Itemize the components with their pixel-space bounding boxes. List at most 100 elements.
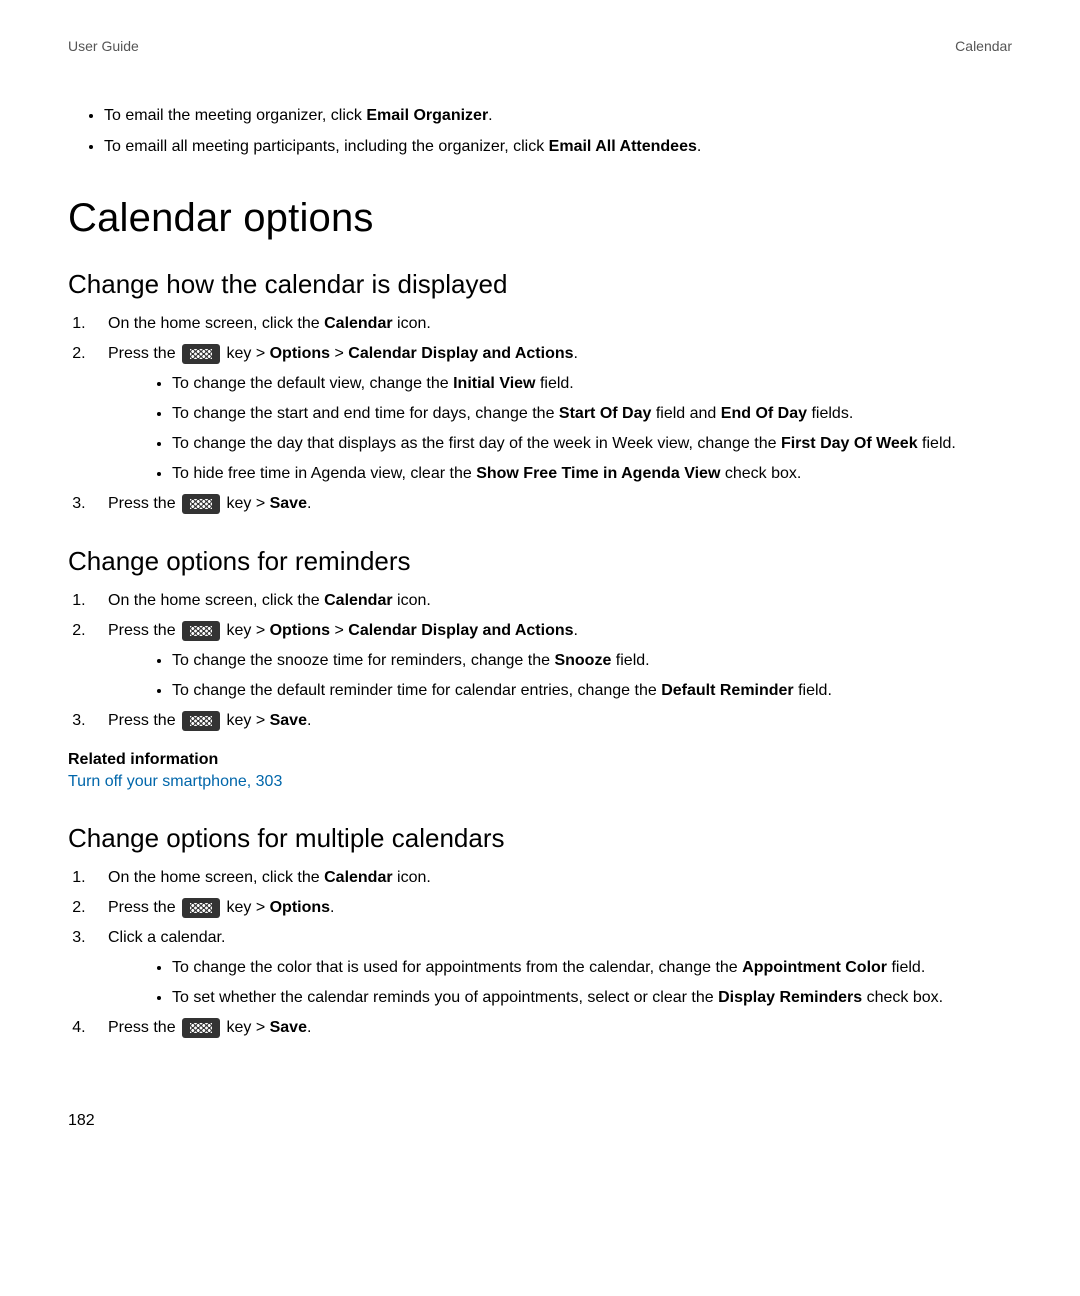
menu-key-icon: [182, 898, 220, 918]
list-item: To hide free time in Agenda view, clear …: [172, 460, 1012, 488]
list-item: To change the day that displays as the f…: [172, 430, 1012, 458]
step: Press the key > Options > Calendar Displ…: [90, 617, 1012, 705]
section-heading-multiple: Change options for multiple calendars: [68, 823, 1012, 854]
text: To change the default view, change the: [172, 375, 453, 392]
bold-text: Start Of Day: [559, 405, 651, 422]
step: Press the key > Save.: [90, 490, 1012, 518]
bold-text: Email Organizer: [366, 107, 488, 124]
text: fields.: [807, 405, 853, 422]
text: To change the color that is used for app…: [172, 959, 742, 976]
bold-text: Display Reminders: [718, 989, 862, 1006]
page: User Guide Calendar To email the meeting…: [0, 0, 1080, 1180]
text: key >: [222, 622, 270, 639]
text: check box.: [862, 989, 943, 1006]
bold-text: Calendar Display and Actions: [348, 345, 573, 362]
link-turn-off-smartphone[interactable]: Turn off your smartphone,: [68, 773, 256, 790]
text: .: [307, 712, 311, 729]
bold-text: Calendar: [324, 869, 392, 886]
text: .: [574, 345, 578, 362]
text: To hide free time in Agenda view, clear …: [172, 465, 476, 482]
text: On the home screen, click the: [108, 869, 324, 886]
bold-text: Appointment Color: [742, 959, 887, 976]
text: .: [488, 107, 492, 124]
list-item: To change the start and end time for day…: [172, 400, 1012, 428]
section-heading-reminders: Change options for reminders: [68, 546, 1012, 577]
bold-text: Options: [270, 345, 330, 362]
list-item: To set whether the calendar reminds you …: [172, 984, 1012, 1012]
step: Press the key > Options > Calendar Displ…: [90, 340, 1012, 488]
bold-text: Save: [270, 1019, 307, 1036]
bold-text: Save: [270, 712, 307, 729]
text: field.: [611, 652, 649, 669]
text: key >: [222, 899, 270, 916]
related-link: Turn off your smartphone, 303: [68, 769, 1012, 795]
text: To email the meeting organizer, click: [104, 107, 366, 124]
bold-text: Email All Attendees: [549, 138, 697, 155]
text: key >: [222, 1019, 270, 1036]
step: On the home screen, click the Calendar i…: [90, 587, 1012, 615]
sub-bullet-list: To change the color that is used for app…: [130, 954, 1012, 1012]
bold-text: Snooze: [554, 652, 611, 669]
text: .: [697, 138, 701, 155]
text: .: [307, 495, 311, 512]
text: field.: [536, 375, 574, 392]
text: key >: [222, 712, 270, 729]
bold-text: Calendar: [324, 592, 392, 609]
intro-bullet-list: To email the meeting organizer, click Em…: [68, 102, 1012, 160]
section-heading-display: Change how the calendar is displayed: [68, 269, 1012, 300]
list-item: To change the default view, change the I…: [172, 370, 1012, 398]
menu-key-icon: [182, 1018, 220, 1038]
text: field and: [651, 405, 720, 422]
text: field.: [794, 682, 832, 699]
list-item: To email the meeting organizer, click Em…: [104, 102, 1012, 129]
step: Press the key > Save.: [90, 1014, 1012, 1042]
text: field.: [887, 959, 925, 976]
text: Press the: [108, 899, 180, 916]
menu-key-icon: [182, 621, 220, 641]
steps-list: On the home screen, click the Calendar i…: [68, 587, 1012, 735]
page-header: User Guide Calendar: [68, 38, 1012, 54]
sub-bullet-list: To change the snooze time for reminders,…: [130, 647, 1012, 705]
text: icon.: [393, 869, 431, 886]
text: >: [330, 622, 348, 639]
step: On the home screen, click the Calendar i…: [90, 310, 1012, 338]
text: .: [574, 622, 578, 639]
bold-text: Default Reminder: [661, 682, 793, 699]
steps-list: On the home screen, click the Calendar i…: [68, 864, 1012, 1042]
text: To emaill all meeting participants, incl…: [104, 138, 549, 155]
text: On the home screen, click the: [108, 315, 324, 332]
step: Press the key > Options.: [90, 894, 1012, 922]
text: To change the default reminder time for …: [172, 682, 661, 699]
text: To set whether the calendar reminds you …: [172, 989, 718, 1006]
text: Press the: [108, 1019, 180, 1036]
text: Press the: [108, 712, 180, 729]
bold-text: First Day Of Week: [781, 435, 918, 452]
bold-text: Options: [270, 899, 330, 916]
text: key >: [222, 495, 270, 512]
header-right: Calendar: [955, 38, 1012, 54]
text: icon.: [393, 315, 431, 332]
text: To change the start and end time for day…: [172, 405, 559, 422]
bold-text: Save: [270, 495, 307, 512]
menu-key-icon: [182, 711, 220, 731]
step: Press the key > Save.: [90, 707, 1012, 735]
step: Click a calendar. To change the color th…: [90, 924, 1012, 1012]
list-item: To change the color that is used for app…: [172, 954, 1012, 982]
menu-key-icon: [182, 344, 220, 364]
text: Press the: [108, 495, 180, 512]
bold-text: Show Free Time in Agenda View: [476, 465, 720, 482]
related-information-heading: Related information: [68, 751, 1012, 769]
bold-text: Initial View: [453, 375, 535, 392]
page-number: 182: [68, 1112, 1012, 1130]
text: .: [307, 1019, 311, 1036]
header-left: User Guide: [68, 38, 139, 54]
steps-list: On the home screen, click the Calendar i…: [68, 310, 1012, 518]
bold-text: Options: [270, 622, 330, 639]
list-item: To emaill all meeting participants, incl…: [104, 133, 1012, 160]
text: Press the: [108, 345, 180, 362]
related-link-page: 303: [256, 773, 283, 790]
sub-bullet-list: To change the default view, change the I…: [130, 370, 1012, 488]
text: Press the: [108, 622, 180, 639]
list-item: To change the snooze time for reminders,…: [172, 647, 1012, 675]
text: On the home screen, click the: [108, 592, 324, 609]
